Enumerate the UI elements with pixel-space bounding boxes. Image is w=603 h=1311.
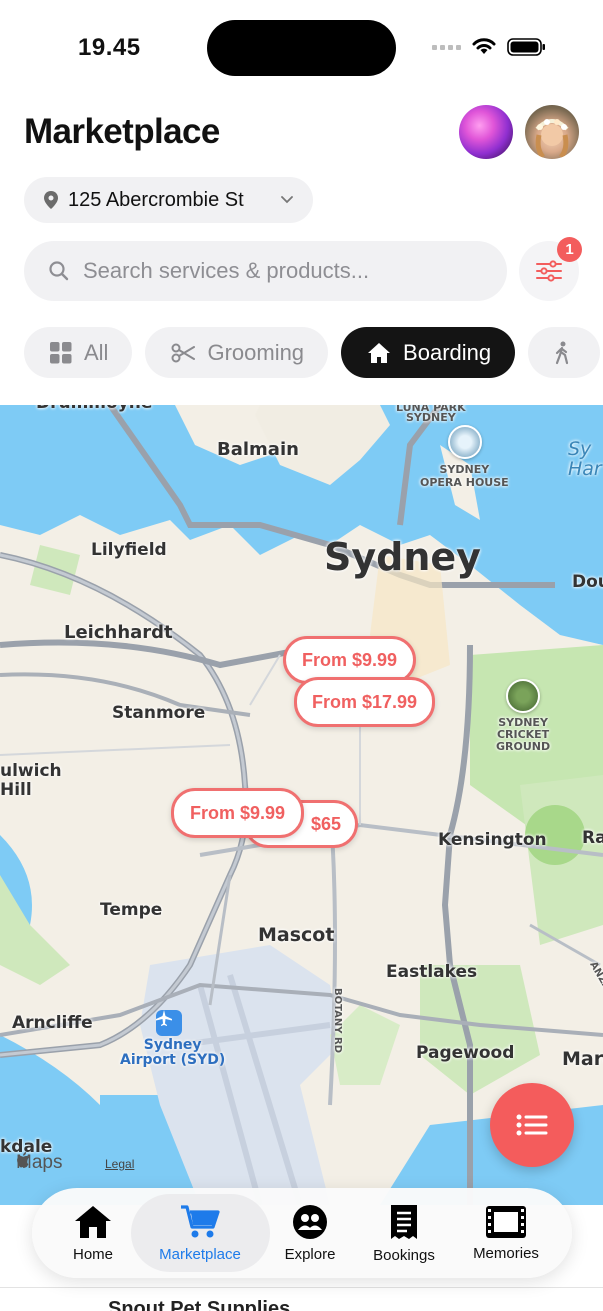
location-address: 125 Abercrombie St [68, 188, 244, 211]
map-label-leichhardt: Leichhardt [64, 622, 173, 643]
chip-grooming[interactable]: Grooming [145, 327, 329, 378]
location-pin-icon [44, 191, 58, 209]
search-bar[interactable] [24, 241, 507, 301]
house-icon [368, 342, 391, 363]
list-view-button[interactable] [490, 1083, 574, 1167]
chevron-down-icon [281, 196, 293, 204]
map-label-cricket-ground: SYDNEY CRICKET GROUND [496, 716, 551, 753]
chip-walking[interactable] [528, 327, 601, 378]
apple-maps-logo: Maps [16, 1152, 62, 1174]
list-icon [516, 1114, 548, 1136]
wifi-icon [472, 38, 496, 54]
chip-label: Grooming [207, 339, 305, 365]
map-label-drummoyne: Drummoyne [36, 405, 152, 413]
battery-icon [507, 38, 545, 56]
tab-bar: Home Marketplace Explore Bookings Memori… [32, 1188, 572, 1278]
scissors-icon [171, 343, 196, 362]
map-label-stanmore: Stanmore [112, 703, 206, 723]
tab-label: Memories [473, 1244, 539, 1262]
tab-explore[interactable]: Explore [275, 1188, 345, 1278]
tab-label: Explore [284, 1245, 336, 1263]
apple-icon [17, 1152, 30, 1168]
receipt-icon [391, 1204, 417, 1239]
tab-home[interactable]: Home [62, 1188, 124, 1278]
store-peek-title: Snout Pet Supplies [108, 1298, 291, 1311]
search-input[interactable] [83, 258, 443, 284]
map-label-harbour: Sy Har [568, 438, 602, 480]
opera-house-poi-icon[interactable] [448, 425, 482, 459]
map-label-opera-house: SYDNEY OPERA HOUSE [420, 463, 509, 489]
home-icon [75, 1205, 111, 1238]
ai-assistant-orb[interactable] [459, 105, 513, 159]
avatar[interactable] [525, 105, 579, 159]
map-label-pagewood: Pagewood [416, 1043, 515, 1063]
plane-icon [156, 1010, 172, 1026]
map-label-lilyfield: Lilyfield [91, 540, 167, 560]
people-icon [293, 1204, 327, 1239]
status-icons [432, 37, 547, 57]
film-icon [486, 1205, 526, 1238]
page-title: Marketplace [24, 112, 220, 151]
tab-label: Home [72, 1245, 113, 1263]
map-label-eastlakes: Eastlakes [386, 962, 478, 982]
map-label-balmain: Balmain [217, 439, 299, 460]
sliders-icon [536, 260, 562, 282]
map-label-arncliffe: Arncliffe [12, 1013, 93, 1033]
cart-icon [181, 1204, 220, 1237]
chip-all[interactable]: All [24, 327, 133, 378]
map-label-mascot: Mascot [258, 924, 335, 946]
divider [0, 1287, 603, 1288]
chip-label: All [84, 339, 109, 365]
dynamic-island [207, 20, 396, 76]
tab-memories[interactable]: Memories [466, 1188, 546, 1278]
price-pin[interactable]: From $9.99 [171, 788, 304, 838]
legal-link[interactable]: Legal [105, 1157, 134, 1171]
location-selector[interactable]: 125 Abercrombie St [24, 177, 313, 223]
chip-boarding[interactable]: Boarding [341, 327, 516, 378]
search-icon [49, 261, 69, 281]
map-label-dulwich-hill: ulwich Hill [0, 761, 62, 800]
map-label-tempe: Tempe [100, 900, 163, 920]
cricket-ground-poi-icon[interactable] [506, 679, 540, 713]
status-time: 19.45 [78, 34, 141, 61]
profile-photo [535, 119, 569, 159]
tab-label: Marketplace [159, 1245, 241, 1263]
airport-icon[interactable] [156, 1010, 182, 1036]
map-label-kensington: Kensington [438, 830, 547, 850]
map-label-airport: Sydney Airport (SYD) [120, 1037, 226, 1068]
map-label-dou: Dou [572, 572, 603, 592]
map-label-ra: Ra [582, 828, 603, 848]
filter-count-badge: 1 [557, 237, 582, 262]
map-label-sydney-small: SYDNEY [406, 411, 456, 424]
cellular-signal-icon [432, 44, 461, 50]
category-chips: All Grooming Boarding [24, 327, 601, 378]
map-view[interactable]: Drummoyne Balmain LUNA PARK SYDNEY SYDNE… [0, 405, 603, 1205]
walking-icon [556, 341, 569, 364]
price-pin[interactable]: From $17.99 [294, 677, 435, 727]
tab-marketplace[interactable]: Marketplace [140, 1188, 260, 1278]
map-label-maro: Maro [562, 1048, 603, 1070]
tab-label: Bookings [373, 1246, 435, 1264]
map-label-botany-rd: BOTANY RD [332, 988, 343, 1053]
chip-label: Boarding [403, 339, 492, 365]
tab-bookings[interactable]: Bookings [366, 1188, 442, 1278]
grid-icon [50, 341, 72, 363]
map-label-sydney: Sydney [324, 535, 481, 579]
